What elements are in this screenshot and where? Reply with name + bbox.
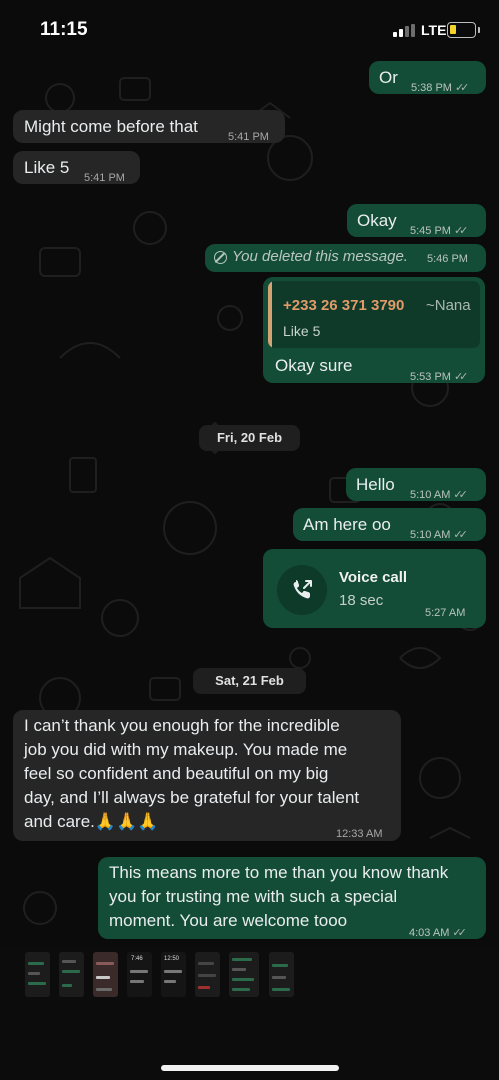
outgoing-message[interactable]: Am here oo 5:10 AM ✓✓ (293, 508, 486, 541)
read-receipt-icon: ✓✓ (452, 927, 467, 939)
call-title: Voice call (339, 569, 408, 586)
screenshot-thumbnail-icon[interactable] (25, 952, 50, 997)
message-line: you for trusting me with such a special (109, 887, 398, 906)
deleted-message-text: You deleted this message. (232, 248, 408, 265)
thumbnail-time: 12:50 (164, 956, 180, 962)
message-time: 5:45 PM ✓✓ (410, 219, 469, 243)
message-line: moment. You are welcome tooo (109, 911, 348, 930)
outgoing-message[interactable]: This means more to me than you know than… (98, 857, 486, 939)
outgoing-call-icon (293, 580, 312, 599)
message-time: 5:38 PM ✓✓ (411, 76, 470, 100)
message-line: feel so confident and beautiful on my bi… (24, 764, 329, 783)
message-text: Am here oo (303, 515, 391, 534)
message-time: 5:41 PM (84, 172, 125, 184)
message-line: I can’t thank you enough for the incredi… (24, 716, 340, 735)
outgoing-reply-message[interactable]: +233 26 371 3790 ~Nana Like 5 Okay sure … (263, 277, 485, 383)
message-time: 4:03 AM ✓✓ (409, 921, 467, 945)
battery-icon (447, 22, 476, 38)
quoted-author-name: ~Nana (426, 297, 471, 314)
message-line: and care.🙏🙏🙏 (24, 812, 159, 831)
message-line: job you did with my makeup. You made me (24, 740, 348, 759)
outgoing-message[interactable]: Hello 5:10 AM ✓✓ (346, 468, 486, 501)
incoming-message[interactable]: I can’t thank you enough for the incredi… (13, 710, 401, 841)
voice-call-message[interactable]: Voice call 18 sec 5:27 AM (263, 549, 486, 628)
message-time: 5:10 AM ✓✓ (410, 523, 468, 547)
outgoing-message[interactable]: Okay 5:45 PM ✓✓ (347, 204, 486, 237)
battery-level (450, 25, 456, 34)
screenshot-thumbnail-icon[interactable] (59, 952, 84, 997)
screenshot-thumbnail-icon[interactable]: 7:46 (127, 952, 152, 997)
message-text: Okay sure (275, 356, 353, 375)
read-receipt-icon: ✓✓ (453, 371, 469, 383)
message-time: 12:33 AM (336, 828, 383, 840)
message-text: Okay (357, 211, 397, 230)
quoted-author-phone: +233 26 371 3790 (283, 297, 405, 314)
screenshot-thumbnail-icon[interactable] (269, 952, 294, 997)
read-receipt-icon: ✓✓ (453, 225, 469, 237)
message-text: Might come before that (24, 117, 198, 136)
message-time: 5:10 AM ✓✓ (410, 483, 468, 507)
quoted-message[interactable]: +233 26 371 3790 ~Nana Like 5 (268, 281, 480, 348)
status-bar: 11:15 LTE (0, 0, 499, 58)
message-time: 5:27 AM (425, 607, 466, 619)
quoted-text: Like 5 (283, 323, 321, 339)
read-receipt-icon: ✓✓ (453, 529, 468, 541)
screenshot-thumbnail-icon[interactable] (195, 952, 220, 997)
status-time: 11:15 (40, 19, 88, 40)
screenshot-thumbnail-icon[interactable] (93, 952, 118, 997)
quoted-accent-bar (268, 281, 272, 348)
deleted-ban-icon (214, 251, 227, 264)
chat-conversation[interactable]: Or 5:38 PM ✓✓ Might come before that 5:41… (0, 58, 499, 948)
incoming-message[interactable]: Like 5 5:41 PM (13, 151, 140, 184)
battery-tip (478, 27, 480, 33)
call-icon-circle (277, 565, 327, 615)
network-type: LTE (421, 22, 447, 38)
thumbnail-time: 7:46 (131, 956, 143, 962)
date-separator: Sat, 21 Feb (193, 668, 306, 694)
read-receipt-icon: ✓✓ (454, 82, 470, 94)
home-indicator[interactable] (161, 1065, 339, 1071)
message-text: Hello (356, 475, 395, 494)
date-separator: Fri, 20 Feb (199, 425, 300, 451)
message-line: This means more to me than you know than… (109, 863, 449, 882)
screenshot-thumbnail-icon[interactable] (229, 952, 259, 997)
call-duration: 18 sec (339, 592, 384, 609)
message-time: 5:46 PM (427, 253, 468, 265)
incoming-message[interactable]: Might come before that 5:41 PM (13, 110, 285, 143)
message-time: 5:53 PM ✓✓ (410, 365, 469, 389)
outgoing-message[interactable]: Or 5:38 PM ✓✓ (369, 61, 486, 94)
message-text: Like 5 (24, 158, 70, 177)
message-time: 5:41 PM (228, 131, 269, 143)
read-receipt-icon: ✓✓ (453, 489, 468, 501)
deleted-message[interactable]: You deleted this message. 5:46 PM (205, 244, 486, 272)
message-line: day, and I’ll always be grateful for you… (24, 788, 360, 807)
message-text: Or (379, 68, 398, 87)
screenshot-thumbnail-icon[interactable]: 12:50 (161, 952, 186, 997)
signal-strength-icon (393, 24, 417, 37)
screenshot-thumbnail-tray: 7:46 12:50 (0, 948, 499, 1080)
